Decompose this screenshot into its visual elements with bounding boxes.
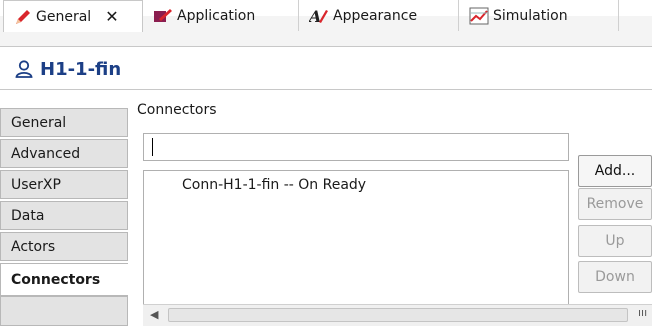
sidebar-item-label: Actors xyxy=(11,238,56,255)
button-label: Up xyxy=(605,233,625,249)
tab-label: Application xyxy=(177,7,256,24)
scrollbar-thumb[interactable] xyxy=(168,308,628,322)
button-label: Remove xyxy=(586,196,644,212)
tab-general[interactable]: General ✕ xyxy=(3,0,143,32)
sidebar-item-general[interactable]: General xyxy=(0,108,128,137)
tab-label: General xyxy=(36,8,92,25)
tab-simulation[interactable]: Simulation xyxy=(459,0,619,31)
sidebar-item-label: Connectors xyxy=(11,271,101,288)
tab-label: Simulation xyxy=(493,7,568,24)
remove-button[interactable]: Remove xyxy=(578,188,652,220)
pencil-icon xyxy=(16,9,30,24)
tab-application[interactable]: Application xyxy=(143,0,299,31)
text-caret xyxy=(152,138,153,156)
sidebar-item-label: General xyxy=(11,114,67,131)
move-down-button[interactable]: Down xyxy=(578,261,652,293)
button-label: Add... xyxy=(594,163,636,179)
scrollbar-grip-icon: ııı xyxy=(638,306,648,319)
close-icon[interactable]: ✕ xyxy=(105,7,118,26)
sidebar-item-label: UserXP xyxy=(11,176,61,193)
sidebar-item-data[interactable]: Data xyxy=(0,201,128,230)
sidebar-item-label: Advanced xyxy=(11,145,81,162)
scroll-left-icon[interactable]: ◀ xyxy=(150,308,158,321)
section-title: Connectors xyxy=(137,102,217,118)
sidebar-filler xyxy=(0,296,128,326)
list-item[interactable]: Conn-H1-1-fin -- On Ready xyxy=(182,177,366,193)
page-title-text: H1-1-fin xyxy=(40,58,122,80)
appearance-icon: A xyxy=(309,7,328,25)
sidebar-item-advanced[interactable]: Advanced xyxy=(0,139,128,168)
sidebar-item-connectors[interactable]: Connectors xyxy=(0,263,128,296)
move-up-button[interactable]: Up xyxy=(578,225,652,257)
svg-text:A: A xyxy=(309,7,321,25)
sidebar-item-label: Data xyxy=(11,207,45,224)
simulation-icon xyxy=(469,7,489,24)
sidebar-item-userxp[interactable]: UserXP xyxy=(0,170,128,199)
application-icon xyxy=(154,8,172,22)
page-title: H1-1-fin xyxy=(0,48,652,90)
user-icon xyxy=(15,60,33,78)
add-button[interactable]: Add... xyxy=(578,155,652,187)
connectors-list[interactable] xyxy=(143,170,569,326)
connector-name-input[interactable] xyxy=(143,133,569,161)
sidebar-item-actors[interactable]: Actors xyxy=(0,232,128,261)
divider xyxy=(0,89,652,90)
tab-label: Appearance xyxy=(333,7,418,24)
button-label: Down xyxy=(595,269,635,285)
tab-appearance[interactable]: A Appearance xyxy=(299,0,459,31)
